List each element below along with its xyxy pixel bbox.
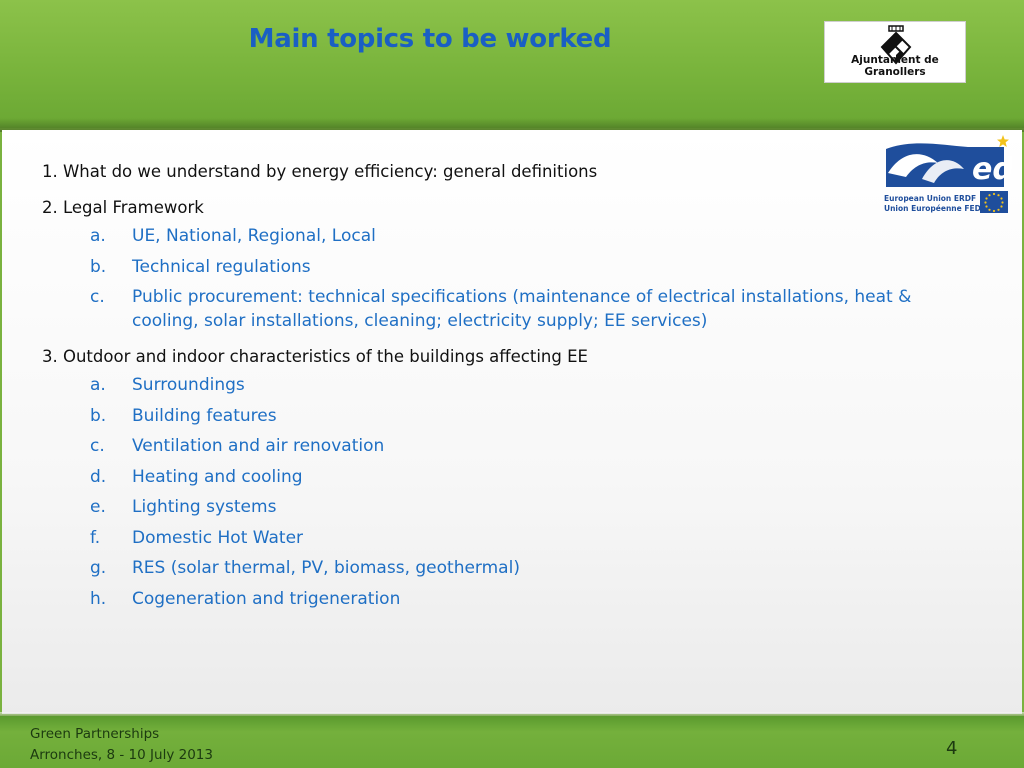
med-logo-word: ed	[972, 152, 1012, 187]
subtopic-marker: f.	[90, 527, 101, 548]
subtopic-text: Heating and cooling	[132, 466, 303, 487]
subtopic-list: a. UE, National, Regional, Local b. Technic…	[42, 224, 972, 333]
topic-title: 1. What do we understand by energy effic…	[42, 162, 598, 181]
granollers-logo-text: Ajuntament de Granollers	[851, 54, 939, 78]
topics-list: 1. What do we understand by energy effic…	[42, 160, 972, 623]
subtopic-marker: b.	[90, 405, 107, 426]
subtopic-item: c. Ventilation and air renovation	[90, 434, 972, 458]
subtopic-text: Surroundings	[132, 375, 245, 395]
slide-title: Main topics to be worked	[248, 24, 612, 54]
subtopic-item: d. Heating and cooling	[90, 465, 972, 489]
subtopic-text: Cogeneration and trigeneration	[132, 588, 401, 609]
subtopic-marker: e.	[90, 497, 106, 517]
subtopic-text: RES (solar thermal, PV, biomass, geother…	[132, 558, 520, 578]
subtopic-item: h. Cogeneration and trigeneration	[90, 587, 972, 611]
subtopic-text: Lighting systems	[132, 497, 277, 517]
subtopic-text: Ventilation and air renovation	[132, 436, 385, 456]
topic-item: 2. Legal Framework a. UE, National, Region…	[42, 196, 972, 333]
granollers-logo: Ajuntament de Granollers	[824, 21, 966, 83]
subtopic-marker: g.	[90, 558, 107, 578]
footer-line-1: Green Partnerships	[30, 726, 160, 742]
topic-item: 1. What do we understand by energy effic…	[42, 160, 972, 184]
topic-title: 3. Outdoor and indoor characteristics of…	[42, 347, 588, 366]
subtopic-marker: h.	[90, 588, 107, 609]
subtopic-marker: c.	[90, 436, 105, 456]
subtopic-text: UE, National, Regional, Local	[132, 226, 376, 246]
subtopic-list: a. Surroundings b. Building features c. Venti…	[42, 373, 972, 611]
subtopic-item: a. Surroundings	[90, 373, 972, 397]
topic-title: 2. Legal Framework	[42, 198, 204, 217]
subtopic-item: c. Public procurement: technical specific…	[90, 285, 972, 333]
subtopic-item: a. UE, National, Regional, Local	[90, 224, 972, 248]
subtopic-marker: b.	[90, 256, 107, 277]
subtopic-text: Public procurement: technical specificat…	[132, 287, 912, 331]
med-star-icon	[997, 135, 1009, 147]
subtopic-marker: c.	[90, 287, 105, 307]
page-number: 4	[946, 738, 958, 759]
subtopic-text: Domestic Hot Water	[132, 527, 304, 548]
subtopic-item: b. Building features	[90, 404, 972, 428]
footer-text: Green Partnerships Arronches, 8 - 10 Jul…	[30, 724, 213, 766]
subtopic-item: f. Domestic Hot Water	[90, 526, 972, 550]
subtopic-item: e. Lighting systems	[90, 495, 972, 519]
subtopic-marker: a.	[90, 226, 106, 246]
subtopic-marker: d.	[90, 466, 107, 487]
subtopic-item: g. RES (solar thermal, PV, biomass, geoth…	[90, 556, 972, 580]
subtopic-text: Building features	[132, 405, 277, 426]
subtopic-item: b. Technical regulations	[90, 255, 972, 279]
topic-item: 3. Outdoor and indoor characteristics of…	[42, 345, 972, 611]
subtopic-marker: a.	[90, 375, 106, 395]
subtopic-text: Technical regulations	[132, 256, 311, 277]
footer-line-2: Arronches, 8 - 10 July 2013	[30, 747, 213, 763]
